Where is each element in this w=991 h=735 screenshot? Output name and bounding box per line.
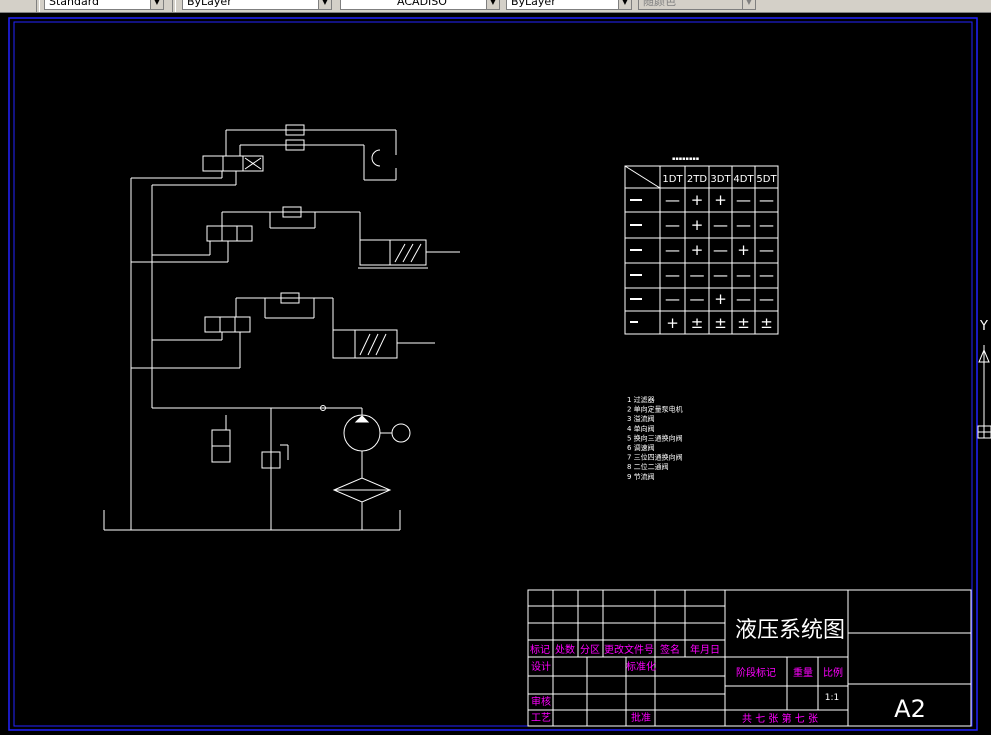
label-process: 工艺: [531, 712, 551, 724]
table-cell: —: [713, 241, 728, 259]
table-cell: —: [713, 216, 728, 234]
col-header-1dt: 1DT: [662, 174, 683, 185]
table-cell: —: [690, 290, 705, 308]
sheet-size: A2: [894, 695, 926, 723]
parts-list: 1 过滤器2 单向定量泵电机3 溢流阀4 单向阀5 换向三通换向阀6 调速阀7 …: [627, 395, 683, 481]
table-cell: —: [759, 241, 774, 259]
col-header-5dt: 5DT: [756, 174, 777, 185]
text-style-value: Standard: [49, 0, 100, 8]
parts-list-item: 1 过滤器: [627, 395, 655, 404]
label-approve: 批准: [631, 711, 651, 724]
table-cell: —: [736, 290, 751, 308]
header-change-doc: 更改文件号: [604, 643, 654, 656]
header-count: 处数: [555, 643, 575, 656]
table-cell: +: [691, 191, 704, 209]
header-signature: 签名: [660, 643, 680, 656]
table-cell: +: [666, 314, 679, 332]
table-cell: +: [691, 241, 704, 259]
solenoid-action-table: ▪▪▪▪▪▪▪▪ 1DT 2TD 3DT 4DT 5DT — + + — — — + — — — —…: [624, 156, 779, 335]
chevron-down-icon[interactable]: ▼: [318, 0, 331, 9]
table-cell: —: [736, 191, 751, 209]
lineweight-value: ByLayer: [511, 0, 556, 8]
table-cell: —: [759, 216, 774, 234]
table-cell: +: [714, 191, 727, 209]
table-cell: —: [665, 266, 680, 284]
layer-color-value: ByLayer: [187, 0, 232, 8]
chevron-down-icon[interactable]: ▼: [618, 0, 631, 9]
lineweight-dropdown[interactable]: ByLayer ▼: [506, 0, 632, 10]
chevron-down-icon[interactable]: ▼: [742, 0, 755, 9]
ucs-icon: [977, 345, 991, 439]
table-cell: —: [690, 266, 705, 284]
chevron-down-icon[interactable]: ▼: [150, 0, 163, 9]
toolbar-separator: [36, 0, 40, 12]
table-cell: ±: [760, 314, 773, 332]
table-cell: ±: [714, 314, 727, 332]
table-cell: —: [736, 266, 751, 284]
linetype-dropdown[interactable]: ACADISO ▼: [340, 0, 500, 10]
table-cell: —: [665, 241, 680, 259]
header-zone: 分区: [580, 644, 600, 656]
parts-list-item: 6 调速阀: [627, 443, 655, 452]
parts-list-item: 4 单向阀: [627, 424, 655, 433]
parts-list-item: 2 单向定量泵电机: [627, 405, 683, 414]
label-design: 设计: [531, 660, 551, 673]
plot-style-value: 随颜色: [643, 0, 676, 8]
col-header-2td: 2TD: [687, 174, 707, 185]
chevron-down-icon[interactable]: ▼: [486, 0, 499, 9]
plot-style-dropdown[interactable]: 随颜色 ▼: [638, 0, 756, 10]
table-cell: —: [759, 266, 774, 284]
ucs-y-label: Y: [979, 319, 988, 334]
parts-list-item: 3 溢流阀: [627, 414, 655, 423]
table-cell: —: [665, 191, 680, 209]
header-date: 年月日: [690, 643, 720, 656]
table-cell: —: [759, 191, 774, 209]
parts-list-item: 7 三位四通换向阀: [627, 453, 683, 462]
table-cell: ±: [737, 314, 750, 332]
table-cell: ±: [691, 314, 704, 332]
label-stage-mark: 阶段标记: [736, 666, 776, 679]
table-cell: —: [665, 216, 680, 234]
table-caption: ▪▪▪▪▪▪▪▪: [672, 156, 699, 162]
table-cell: —: [713, 266, 728, 284]
drawing-canvas[interactable]: ▪▪▪▪▪▪▪▪ 1DT 2TD 3DT 4DT 5DT — + + — — — + — — — —…: [0, 12, 991, 735]
table-cell: —: [759, 290, 774, 308]
label-standardize: 标准化: [626, 660, 656, 673]
scale-value: 1:1: [825, 693, 839, 703]
header-mark: 标记: [530, 644, 550, 656]
text-style-dropdown[interactable]: Standard ▼: [44, 0, 164, 10]
col-header-3dt: 3DT: [710, 174, 731, 185]
table-cell: +: [737, 241, 750, 259]
table-cell: —: [665, 290, 680, 308]
label-weight: 重量: [793, 666, 813, 679]
col-header-4dt: 4DT: [733, 174, 754, 185]
label-sheets: 共 七 张 第 七 张: [742, 712, 818, 725]
table-cell: —: [736, 216, 751, 234]
row-labels: [630, 199, 642, 323]
drawing-title: 液压系统图: [735, 618, 845, 643]
table-cell: +: [714, 290, 727, 308]
hydraulic-schematic: [103, 124, 460, 531]
parts-list-item: 8 二位二通阀: [627, 462, 669, 471]
toolbar-separator: [172, 0, 176, 12]
label-review: 审核: [531, 695, 551, 708]
table-cell: +: [691, 216, 704, 234]
linetype-value: ACADISO: [397, 0, 447, 8]
parts-list-item: 9 节流阀: [627, 472, 655, 481]
title-block: 液压系统图 A2 1:1 标记 处数 分区 更改文件号 签名 年月日 设计 标准…: [527, 589, 972, 727]
parts-list-item: 5 换向三通换向阀: [627, 433, 683, 442]
label-ratio: 比例: [823, 666, 843, 679]
layer-color-dropdown[interactable]: ByLayer ▼: [182, 0, 332, 10]
